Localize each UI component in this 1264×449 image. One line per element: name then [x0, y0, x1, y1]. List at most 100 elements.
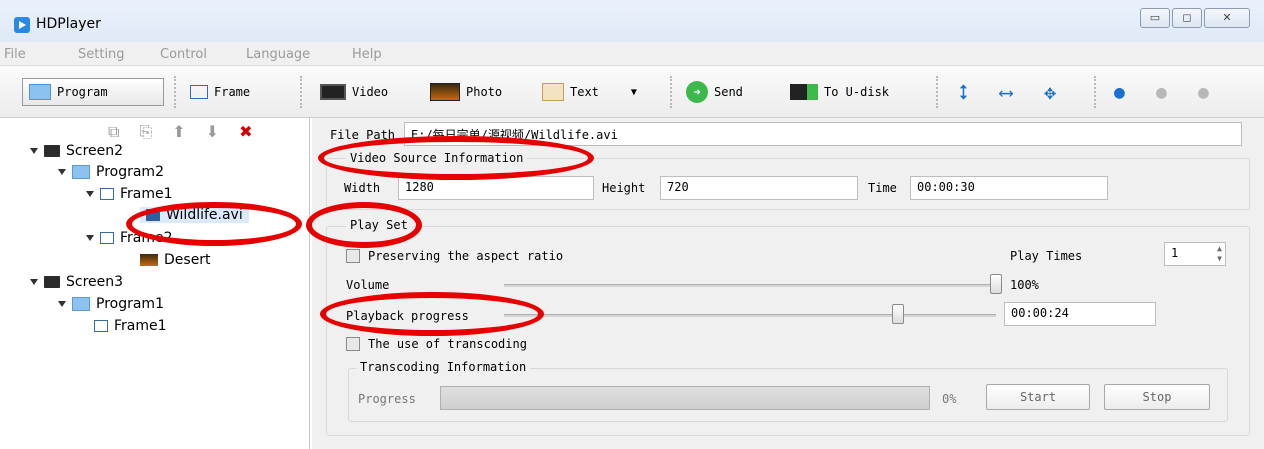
move-icon[interactable]: ✥: [1044, 78, 1056, 106]
play-icon[interactable]: ●: [1114, 78, 1125, 106]
stop-icon[interactable]: ●: [1198, 78, 1209, 106]
udisk-button[interactable]: To U-disk: [790, 78, 889, 106]
frame-icon: [94, 320, 108, 332]
text-dropdown-icon[interactable]: ▼: [631, 87, 637, 98]
preserve-ratio-checkbox[interactable]: [346, 249, 360, 263]
program-button[interactable]: Program: [22, 78, 164, 106]
expand-arrow-icon[interactable]: [30, 279, 38, 285]
move-up-icon[interactable]: ⬆: [172, 122, 185, 142]
playback-time-field[interactable]: 00:00:24: [1004, 302, 1156, 326]
tree-label: Frame1: [120, 186, 173, 202]
maximize-button[interactable]: ◻: [1172, 8, 1202, 28]
preserve-ratio-label: Preserving the aspect ratio: [368, 249, 564, 263]
video-button[interactable]: Video: [320, 78, 388, 106]
udisk-label: To U-disk: [824, 85, 890, 99]
tree-program1[interactable]: Program1: [58, 296, 164, 312]
volume-slider-track[interactable]: [504, 284, 996, 287]
photo-button[interactable]: Photo: [430, 78, 502, 106]
playback-slider-track[interactable]: [504, 314, 996, 317]
text-label: Text: [570, 85, 599, 99]
tree-frame1b[interactable]: Frame1: [94, 318, 167, 334]
program-tree-panel: ⧉ ⎘ ⬆ ⬇ ✖ Screen2 Program2 Frame1 Wildli…: [0, 118, 310, 449]
menu-bar: File Setting Control Language Help: [0, 42, 1264, 66]
vertical-stretch-icon[interactable]: ⭥: [958, 78, 969, 106]
video-file-icon: [146, 209, 160, 221]
play-times-label: Play Times: [1010, 249, 1083, 263]
playback-progress-label: Playback progress: [346, 309, 469, 323]
tree-screen2[interactable]: Screen2: [30, 143, 123, 159]
play-times-spinbox[interactable]: 1 ▲ ▼: [1164, 242, 1226, 266]
stop-button[interactable]: Stop: [1104, 384, 1210, 410]
screen-icon: [44, 276, 60, 288]
volume-slider-thumb[interactable]: [990, 274, 1002, 294]
time-label: Time: [868, 181, 897, 195]
play-times-value: 1: [1171, 246, 1179, 260]
video-source-title: Video Source Information: [346, 151, 528, 165]
transcoding-checkbox[interactable]: [346, 337, 360, 351]
film-icon: [320, 84, 346, 100]
image-file-icon: [140, 254, 158, 266]
expand-arrow-icon[interactable]: [58, 169, 66, 175]
transcoding-info-title: Transcoding Information: [356, 360, 531, 374]
tree-frame2[interactable]: Frame2: [86, 230, 173, 246]
screen-icon: [44, 145, 60, 157]
tree-label: Screen3: [66, 274, 124, 290]
toolbar: Program Frame Video Photo Text ▼ ➜ Send …: [0, 66, 1264, 118]
frame-icon: [100, 188, 114, 200]
copy-icon[interactable]: ⧉: [108, 122, 119, 142]
send-label: Send: [714, 85, 743, 99]
start-button[interactable]: Start: [986, 384, 1090, 410]
progress-value: 0%: [942, 392, 957, 406]
tree-screen3[interactable]: Screen3: [30, 274, 123, 290]
time-field[interactable]: 00:00:30: [910, 176, 1108, 200]
paste-icon[interactable]: ⎘: [139, 122, 152, 142]
expand-arrow-icon[interactable]: [86, 191, 94, 197]
app-icon: [14, 17, 30, 33]
tree-toolbar: ⧉ ⎘ ⬆ ⬇ ✖: [108, 122, 252, 142]
height-field[interactable]: 720: [660, 176, 858, 200]
width-field[interactable]: 1280: [398, 176, 594, 200]
width-label: Width: [344, 181, 381, 195]
window-title: HDPlayer: [36, 16, 101, 32]
tree-wildlife[interactable]: Wildlife.avi: [140, 207, 249, 223]
frame-icon: [190, 85, 208, 99]
menu-control[interactable]: Control: [160, 47, 207, 62]
transcoding-progress-bar: [440, 386, 930, 410]
tree-program2[interactable]: Program2: [58, 164, 164, 180]
photo-icon: [430, 83, 460, 101]
tree-desert[interactable]: Desert: [140, 252, 211, 268]
close-button[interactable]: ✕: [1204, 8, 1250, 28]
play-set-title: Play Set: [346, 218, 412, 232]
text-icon: [542, 83, 564, 101]
text-button[interactable]: Text ▼: [542, 78, 637, 106]
program-icon: [72, 165, 90, 179]
menu-setting[interactable]: Setting: [78, 47, 125, 62]
frame-label: Frame: [214, 85, 251, 99]
spin-arrows-icon[interactable]: ▲ ▼: [1217, 244, 1222, 264]
pause-icon[interactable]: ●: [1156, 78, 1167, 106]
delete-icon[interactable]: ✖: [239, 122, 252, 142]
frame-button[interactable]: Frame: [190, 78, 250, 106]
move-down-icon[interactable]: ⬇: [206, 122, 219, 142]
expand-arrow-icon[interactable]: [30, 148, 38, 154]
expand-arrow-icon[interactable]: [58, 301, 66, 307]
menu-file[interactable]: File: [4, 47, 26, 62]
tree-label: Frame1: [114, 318, 167, 334]
transcoding-label: The use of transcoding: [368, 337, 527, 351]
title-bar: HDPlayer ▭ ◻ ✕: [0, 0, 1264, 42]
playback-slider-thumb[interactable]: [891, 304, 904, 324]
tree-frame1[interactable]: Frame1: [86, 186, 173, 202]
send-button[interactable]: ➜ Send: [686, 78, 743, 106]
horizontal-stretch-icon[interactable]: ⟷: [1000, 78, 1012, 106]
menu-language[interactable]: Language: [246, 47, 310, 62]
program-icon: [72, 297, 90, 311]
program-icon: [29, 84, 51, 100]
height-label: Height: [602, 181, 646, 195]
expand-arrow-icon[interactable]: [86, 235, 94, 241]
file-path-field[interactable]: E:/每日完单/源视频/Wildlife.avi: [404, 122, 1242, 146]
menu-help[interactable]: Help: [352, 47, 382, 62]
minimize-button[interactable]: ▭: [1140, 8, 1170, 28]
tree-label: Wildlife.avi: [166, 207, 243, 223]
video-label: Video: [352, 85, 389, 99]
tree-label: Program2: [96, 164, 164, 180]
